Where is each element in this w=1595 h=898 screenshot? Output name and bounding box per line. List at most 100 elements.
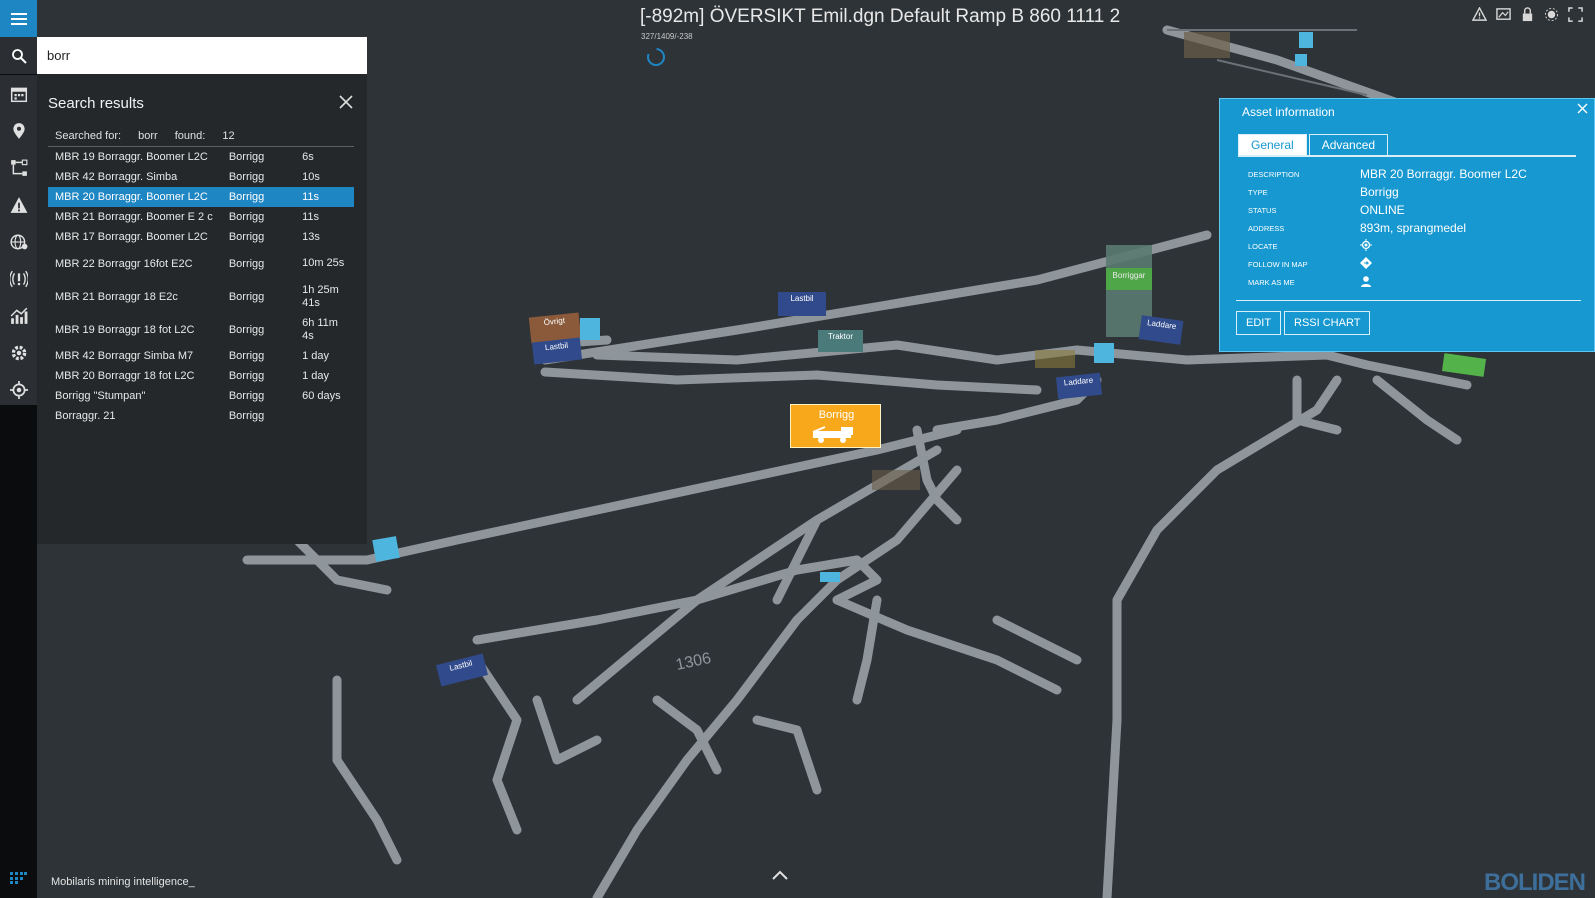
- warning-icon: [10, 196, 27, 213]
- marker-person-3[interactable]: [372, 536, 400, 562]
- result-type: Borrigg: [228, 390, 265, 402]
- tab-advanced[interactable]: Advanced: [1308, 134, 1389, 155]
- result-row[interactable]: Borrigg "Stumpan" Borrigg 60 days: [48, 386, 354, 406]
- result-row[interactable]: Borraggr. 21 Borrigg: [48, 406, 354, 426]
- result-type: Borrigg: [228, 370, 265, 382]
- tool-list: [0, 75, 37, 405]
- location-pin-icon: [12, 122, 25, 139]
- lock-icon[interactable]: [1520, 7, 1535, 22]
- selected-asset-marker[interactable]: Borrigg: [790, 404, 881, 448]
- result-row[interactable]: MBR 19 Borraggr. Boomer L2C Borrigg 6s: [48, 147, 354, 167]
- result-type: Borrigg: [228, 191, 265, 203]
- field-label: LOCATE: [1248, 241, 1278, 251]
- result-row[interactable]: MBR 42 Borraggr. Simba Borrigg 10s: [48, 167, 354, 187]
- tunnel-number: 1306: [674, 650, 712, 674]
- mobilaris-logo-icon: [10, 872, 27, 884]
- follow-icon[interactable]: [1360, 256, 1372, 269]
- field-value: 893m, sprangmedel: [1360, 221, 1467, 235]
- result-row[interactable]: MBR 21 Borraggr. Boomer E 2 c Borrigg 11s: [48, 207, 354, 227]
- searched-for-label: Searched for:: [55, 130, 122, 142]
- menu-icon: [10, 12, 27, 25]
- locate-icon[interactable]: [1360, 238, 1372, 251]
- marker-person-6[interactable]: [820, 572, 840, 582]
- result-row[interactable]: MBR 21 Borraggr 18 E2c Borrigg 1h 25m 41s: [48, 280, 354, 313]
- close-icon[interactable]: [339, 95, 353, 109]
- result-row-selected[interactable]: MBR 20 Borraggr. Boomer L2C Borrigg 11s: [48, 187, 354, 207]
- result-type: Borrigg: [228, 350, 265, 362]
- field-label: ADDRESS: [1248, 223, 1285, 233]
- field-address: ADDRESS 893m, sprangmedel: [1248, 219, 1527, 237]
- chevron-up-icon[interactable]: [771, 869, 789, 881]
- marker-faded-3[interactable]: [1035, 350, 1075, 368]
- marker-person-4[interactable]: [1299, 32, 1313, 48]
- result-time: 10m 25s: [302, 257, 345, 269]
- analytics-button[interactable]: [0, 297, 37, 334]
- result-name: MBR 20 Borraggr 18 fot L2C: [55, 370, 195, 382]
- locate-me-button[interactable]: [0, 371, 37, 408]
- boliden-logo: BOLIDEN: [1484, 869, 1586, 896]
- rssi-chart-button[interactable]: RSSI CHART: [1284, 311, 1371, 335]
- result-type: Borrigg: [228, 410, 265, 422]
- result-name: Borrigg "Stumpan": [55, 390, 146, 402]
- route-button[interactable]: [0, 149, 37, 186]
- marker-person-1[interactable]: [580, 318, 600, 340]
- brightness-icon[interactable]: [1544, 7, 1559, 22]
- edit-button[interactable]: EDIT: [1236, 311, 1282, 335]
- tab-general[interactable]: General: [1238, 134, 1307, 155]
- field-label: STATUS: [1248, 205, 1277, 215]
- result-name: MBR 21 Borraggr. Boomer E 2 c: [55, 211, 213, 223]
- result-name: MBR 21 Borraggr 18 E2c: [55, 290, 178, 303]
- panel-title: Search results: [48, 95, 144, 112]
- warning-button[interactable]: [0, 186, 37, 223]
- calendar-button[interactable]: [0, 75, 37, 112]
- result-name: Borraggr. 21: [55, 410, 116, 422]
- result-name: MBR 42 Borraggr. Simba: [55, 171, 178, 183]
- asset-fields: DESCRIPTION MBR 20 Borraggr. Boomer L2C T…: [1248, 165, 1527, 291]
- marker-laddare-2[interactable]: Laddare: [1055, 372, 1103, 400]
- fullscreen-icon[interactable]: [1568, 7, 1583, 22]
- location-button[interactable]: [0, 112, 37, 149]
- globe-button[interactable]: [0, 223, 37, 260]
- result-row[interactable]: MBR 19 Borraggr 18 fot L2C Borrigg 6h 11m …: [48, 313, 354, 346]
- close-icon[interactable]: [1577, 103, 1588, 114]
- result-row[interactable]: MBR 20 Borraggr 18 fot L2C Borrigg 1 day: [48, 366, 354, 386]
- result-row[interactable]: MBR 42 Borraggr Simba M7 Borrigg 1 day: [48, 346, 354, 366]
- map-layers-icon[interactable]: [1496, 7, 1511, 22]
- field-description: DESCRIPTION MBR 20 Borraggr. Boomer L2C: [1248, 165, 1527, 183]
- divider: [1236, 300, 1581, 301]
- result-time: 1 day: [302, 349, 329, 362]
- result-name: MBR 22 Borraggr 16fot E2C: [55, 257, 193, 270]
- warning-icon[interactable]: [1472, 7, 1487, 22]
- result-row[interactable]: MBR 22 Borraggr 16fot E2C Borrigg 10m 25s: [48, 247, 354, 280]
- settings-button[interactable]: [0, 334, 37, 371]
- search-input[interactable]: [37, 37, 367, 74]
- field-value: Borrigg: [1360, 185, 1399, 199]
- marker-lastbil-2[interactable]: Lastbil: [778, 292, 826, 316]
- person-icon[interactable]: [1360, 275, 1372, 287]
- field-label: TYPE: [1248, 187, 1268, 197]
- field-label: MARK AS ME: [1248, 277, 1295, 287]
- result-time: 13s: [302, 230, 320, 243]
- result-row[interactable]: MBR 17 Borraggr. Boomer L2C Borrigg 13s: [48, 227, 354, 247]
- field-type: TYPE Borrigg: [1248, 183, 1527, 201]
- alarm-button[interactable]: [0, 260, 37, 297]
- result-time: 11s: [302, 190, 319, 203]
- marker-faded-2[interactable]: [872, 470, 920, 490]
- field-value: MBR 20 Borraggr. Boomer L2C: [1360, 167, 1527, 181]
- result-time: 10s: [302, 170, 320, 183]
- search-results-panel: Search results Searched for: borr found:…: [37, 74, 367, 544]
- result-name: MBR 17 Borraggr. Boomer L2C: [55, 231, 208, 243]
- result-type: Borrigg: [228, 323, 265, 336]
- marker-person-2[interactable]: [1094, 343, 1114, 363]
- left-rail: [0, 0, 37, 898]
- marker-traktor[interactable]: Traktor: [818, 330, 863, 352]
- marker-person-5[interactable]: [1295, 54, 1307, 66]
- result-type: Borrigg: [228, 151, 265, 163]
- asset-tabs: General Advanced: [1238, 134, 1576, 157]
- marker-faded-1[interactable]: [1184, 32, 1230, 58]
- footer-tagline: Mobilaris mining intelligence_: [51, 876, 195, 888]
- result-name: MBR 19 Borraggr. Boomer L2C: [55, 151, 208, 163]
- search-button[interactable]: [0, 37, 37, 74]
- menu-button[interactable]: [0, 0, 37, 37]
- drill-rig-icon: [812, 426, 853, 443]
